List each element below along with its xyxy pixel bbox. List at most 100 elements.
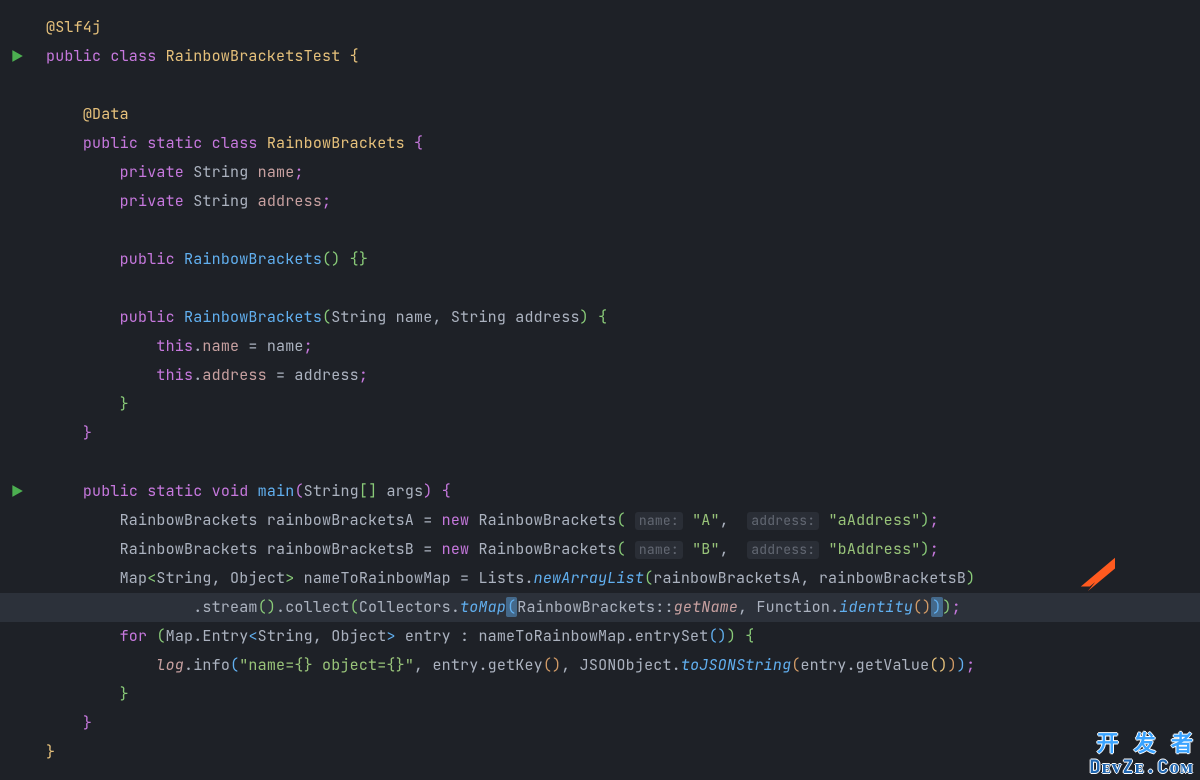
code-line[interactable]: } — [46, 738, 1200, 767]
code-token: ) — [943, 597, 952, 617]
code-token: ( — [230, 655, 239, 675]
code-token: RainbowBrackets — [478, 510, 616, 530]
code-token: RainbowBracketsTest — [166, 46, 350, 66]
code-token: :: — [655, 597, 673, 617]
code-line[interactable]: for (Map.Entry<String, Object> entry : n… — [46, 622, 1200, 651]
code-token: = name — [239, 336, 303, 356]
code-token: ( — [322, 307, 331, 327]
code-token: RainbowBrackets — [184, 249, 322, 269]
code-token: ( — [258, 597, 267, 617]
code-token: , — [738, 597, 756, 617]
code-line[interactable]: public static class RainbowBrackets { — [46, 129, 1200, 158]
editor-gutter: 💡 — [0, 0, 40, 780]
code-token: ( — [616, 539, 625, 559]
code-token: ] — [368, 481, 377, 501]
code-token: } — [120, 684, 129, 704]
code-token: ( — [644, 568, 653, 588]
run-icon[interactable] — [8, 482, 26, 500]
code-token: address — [258, 191, 322, 211]
code-token: { — [350, 46, 359, 66]
code-token: String — [258, 626, 313, 646]
code-token: @Slf4j — [46, 17, 101, 37]
code-line[interactable]: RainbowBrackets rainbowBracketsB = new R… — [46, 535, 1200, 564]
code-line[interactable]: } — [46, 419, 1200, 448]
code-line[interactable]: } — [46, 390, 1200, 419]
code-line[interactable]: .stream().collect(Collectors.toMap(Rainb… — [0, 593, 1200, 622]
code-token: RainbowBrackets — [517, 597, 655, 617]
code-line[interactable]: this.name = name; — [46, 332, 1200, 361]
code-token: address: — [747, 541, 819, 559]
code-line[interactable]: RainbowBrackets rainbowBracketsA = new R… — [46, 506, 1200, 535]
code-token: main — [258, 481, 295, 501]
run-icon[interactable] — [8, 47, 26, 65]
code-token: { — [350, 249, 359, 269]
code-line[interactable]: } — [46, 680, 1200, 709]
code-token: "aAddress" — [828, 510, 920, 530]
code-line[interactable]: public class RainbowBracketsTest { — [46, 42, 1200, 71]
code-token: RainbowBrackets — [184, 307, 322, 327]
code-line[interactable] — [46, 71, 1200, 100]
code-token: ; — [294, 162, 303, 182]
code-token: [ — [359, 481, 368, 501]
code-line[interactable]: } — [46, 709, 1200, 738]
code-token: ; — [359, 365, 368, 385]
code-token: , — [720, 539, 748, 559]
code-token: , — [313, 626, 331, 646]
code-token: } — [120, 394, 129, 414]
code-token: class — [110, 46, 165, 66]
code-line[interactable]: public static void main(String[] args) { — [46, 477, 1200, 506]
code-token: RainbowBrackets rainbowBracketsB = — [120, 539, 442, 559]
code-line[interactable]: public RainbowBrackets(String name, Stri… — [46, 303, 1200, 332]
code-line[interactable]: private String name; — [46, 158, 1200, 187]
code-token: identity — [839, 597, 913, 617]
code-token: ) — [718, 626, 727, 646]
code-token: "A" — [692, 510, 720, 530]
code-area[interactable]: @Slf4j public class RainbowBracketsTest {… — [40, 0, 1200, 780]
code-token: public — [83, 133, 147, 153]
code-token: public — [46, 46, 110, 66]
code-line[interactable]: @Data — [46, 100, 1200, 129]
code-token: ( — [294, 481, 303, 501]
code-line[interactable]: public RainbowBrackets() {} — [46, 245, 1200, 274]
code-token: toJSONString — [681, 655, 791, 675]
code-token: rainbowBracketsA — [653, 568, 800, 588]
code-token: String — [304, 481, 359, 501]
code-line[interactable]: Map<String, Object> nameToRainbowMap = L… — [46, 564, 1200, 593]
code-line[interactable] — [46, 274, 1200, 303]
code-token: ) — [552, 655, 561, 675]
code-line[interactable] — [46, 448, 1200, 477]
code-line[interactable]: this.address = address; — [46, 361, 1200, 390]
code-token: } — [46, 742, 55, 762]
code-editor: 💡 @Slf4j public class RainbowBracketsTest… — [0, 0, 1200, 780]
code-token: , JSONObject. — [561, 655, 681, 675]
code-line[interactable]: log.info("name={} object={}", entry.getK… — [46, 651, 1200, 680]
code-token: .info — [184, 655, 230, 675]
watermark: 开 发 者 DᴇᴠZᴇ.Cᴏᴍ — [1089, 731, 1194, 778]
code-token: ( — [322, 249, 331, 269]
code-token: { — [414, 133, 423, 153]
code-token — [626, 510, 635, 530]
code-token: ) — [921, 510, 930, 530]
code-token: this — [156, 365, 193, 385]
code-token: public — [120, 249, 184, 269]
code-token: ) — [921, 539, 930, 559]
code-token: , — [800, 568, 818, 588]
code-token: ( — [913, 597, 922, 617]
code-line[interactable]: @Slf4j — [46, 13, 1200, 42]
code-token: String — [193, 162, 257, 182]
watermark-line2: DᴇᴠZᴇ.Cᴏᴍ — [1089, 756, 1194, 778]
code-token: ) — [727, 626, 736, 646]
code-token: Object — [230, 568, 285, 588]
code-line[interactable]: private String address; — [46, 187, 1200, 216]
code-token: { — [442, 481, 451, 501]
code-token: < — [248, 626, 257, 646]
code-token: Map — [120, 568, 148, 588]
code-token: , — [432, 307, 450, 327]
code-token: } — [359, 249, 368, 269]
code-token — [432, 481, 441, 501]
code-line[interactable] — [46, 216, 1200, 245]
code-token: ( — [156, 626, 165, 646]
code-token: > — [386, 626, 395, 646]
code-token: ; — [966, 655, 975, 675]
code-token: ( — [543, 655, 552, 675]
